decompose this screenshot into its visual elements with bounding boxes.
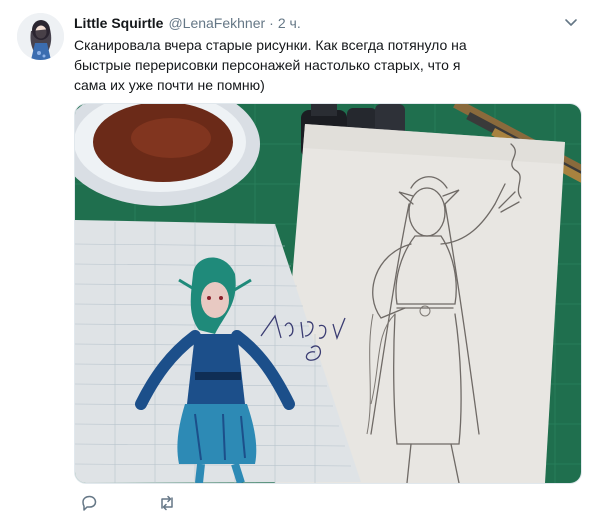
tweet: Little Squirtle @LenaFekhner · 2 ч. Скан… [0,0,593,511]
avatar[interactable] [17,13,64,60]
timestamp[interactable]: 2 ч. [278,15,301,31]
avatar-image [17,13,64,60]
photo-artwork [75,104,581,483]
user-handle[interactable]: @LenaFekhner [168,15,265,31]
tweet-text: Сканировала вчера старые рисунки. Как вс… [74,37,467,93]
tweet-header: Little Squirtle @LenaFekhner · 2 ч. [74,13,573,33]
reply-icon[interactable] [80,494,98,512]
tweet-photo[interactable] [74,103,582,484]
chevron-down-icon[interactable] [563,14,579,30]
display-name[interactable]: Little Squirtle [74,15,163,31]
separator-dot: · [269,15,274,31]
tweet-actions [74,494,494,514]
retweet-icon[interactable] [158,494,176,512]
